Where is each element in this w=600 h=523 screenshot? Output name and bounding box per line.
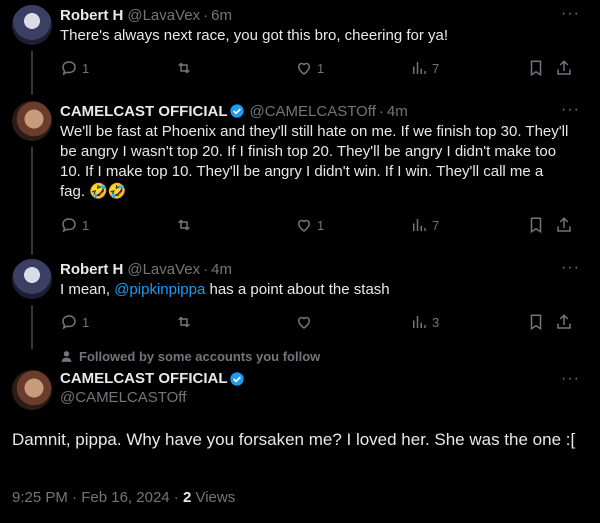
- tweet-text: I mean, @pipkinpippa has a point about t…: [60, 280, 570, 300]
- views-icon: [413, 62, 426, 74]
- avatar[interactable]: [12, 101, 52, 141]
- person-icon: [61, 351, 72, 362]
- separator-dot: ·: [203, 260, 209, 278]
- bookmark-button[interactable]: [527, 313, 545, 331]
- reply-icon: [62, 61, 76, 76]
- share-button[interactable]: [555, 216, 573, 234]
- heart-icon: [297, 219, 311, 232]
- separator-dot: ·: [378, 102, 384, 120]
- like-button[interactable]: 1: [295, 59, 324, 77]
- mention-link[interactable]: @pipkinpippa: [114, 281, 205, 298]
- author-name[interactable]: Robert H: [60, 261, 123, 278]
- like-count: 1: [317, 217, 325, 233]
- like-count: 1: [317, 60, 325, 76]
- author-handle[interactable]: @CAMELCASTOff: [249, 103, 375, 120]
- views-button[interactable]: 7: [410, 216, 439, 234]
- reply-count: 1: [82, 60, 90, 76]
- separator-dot: ·: [72, 489, 82, 506]
- tweet-text-part: I mean,: [60, 281, 115, 298]
- tweet-meta: 9:25 PM · Feb 16, 2024 · 2 Views: [12, 489, 235, 506]
- views-count: 7: [432, 60, 440, 76]
- like-button[interactable]: 1: [295, 216, 324, 234]
- bookmark-button[interactable]: [527, 216, 545, 234]
- author-name[interactable]: CAMELCAST OFFICIAL: [60, 370, 227, 387]
- reply-icon: [62, 315, 76, 330]
- bookmark-icon: [530, 217, 542, 234]
- author-handle[interactable]: @LavaVex: [127, 7, 200, 24]
- tweet-header: CAMELCAST OFFICIAL @CAMELCASTOff · 4m: [60, 101, 408, 121]
- share-icon: [557, 217, 571, 232]
- reply-icon: [62, 218, 76, 233]
- thread-line: [31, 147, 33, 255]
- social-context: Followed by some accounts you follow: [60, 349, 320, 364]
- share-icon: [557, 60, 571, 75]
- tweet-header: Robert H @LavaVex · 4m: [60, 259, 232, 279]
- verified-badge-icon: [230, 371, 245, 386]
- share-button[interactable]: [555, 59, 573, 77]
- more-options-icon[interactable]: ···: [561, 259, 580, 277]
- retweet-icon: [178, 62, 190, 74]
- retweet-icon: [178, 316, 190, 328]
- reply-button[interactable]: 1: [60, 59, 89, 77]
- more-options-icon[interactable]: ···: [561, 5, 580, 23]
- thread-line: [31, 305, 33, 349]
- tweet-time[interactable]: 6m: [211, 7, 232, 24]
- retweet-icon: [178, 219, 190, 231]
- tweet-text: We'll be fast at Phoenix and they'll sti…: [60, 123, 569, 200]
- separator-dot: ·: [203, 6, 209, 24]
- reply-button[interactable]: 1: [60, 313, 89, 331]
- author-handle[interactable]: @CAMELCASTOff: [60, 389, 245, 406]
- like-button[interactable]: [295, 313, 317, 331]
- tweet-text: There's always next race, you got this b…: [60, 27, 449, 44]
- tweet-header: Robert H @LavaVex · 6m: [60, 5, 232, 25]
- views-button[interactable]: 3: [410, 313, 439, 331]
- reply-count: 1: [82, 314, 90, 330]
- views-icon: [413, 316, 426, 328]
- separator-dot: ·: [173, 489, 183, 506]
- author-handle[interactable]: @LavaVex: [127, 261, 200, 278]
- reply-count: 1: [82, 217, 90, 233]
- avatar[interactable]: [12, 5, 52, 45]
- action-bar: 1 3: [60, 312, 580, 332]
- main-tweet-text: Damnit, pippa. Why have you forsaken me?…: [12, 430, 576, 449]
- more-options-icon[interactable]: ···: [561, 101, 580, 119]
- views-count: 3: [432, 314, 440, 330]
- share-icon: [557, 314, 571, 329]
- tweet-time[interactable]: 4m: [211, 261, 232, 278]
- bookmark-button[interactable]: [527, 59, 545, 77]
- tweet-time[interactable]: 9:25 PM: [12, 489, 68, 506]
- tweet-date[interactable]: Feb 16, 2024: [81, 489, 169, 506]
- bookmark-icon: [530, 60, 542, 77]
- thread-line: [31, 51, 33, 95]
- views-count: 2: [182, 489, 192, 506]
- author-name[interactable]: CAMELCAST OFFICIAL: [60, 103, 227, 120]
- heart-icon: [297, 62, 311, 75]
- more-options-icon[interactable]: ···: [561, 370, 580, 388]
- retweet-button[interactable]: [175, 59, 197, 77]
- retweet-button[interactable]: [175, 313, 197, 331]
- views-button[interactable]: 7: [410, 59, 439, 77]
- views-label: Views: [195, 489, 236, 506]
- author-name[interactable]: Robert H: [60, 7, 123, 24]
- action-bar: 1 1 7: [60, 58, 580, 78]
- main-tweet-header: CAMELCAST OFFICIAL @CAMELCASTOff: [60, 370, 245, 406]
- tweet-time[interactable]: 4m: [387, 103, 408, 120]
- verified-badge-icon: [230, 104, 245, 118]
- followed-note: Followed by some accounts you follow: [79, 349, 321, 364]
- share-button[interactable]: [555, 313, 573, 331]
- action-bar: 1 1 7: [60, 215, 580, 235]
- views-icon: [413, 219, 426, 231]
- views-count: 7: [432, 217, 440, 233]
- retweet-button[interactable]: [175, 216, 197, 234]
- avatar[interactable]: [12, 370, 52, 410]
- reply-button[interactable]: 1: [60, 216, 89, 234]
- avatar[interactable]: [12, 259, 52, 299]
- tweet-text-part: has a point about the stash: [205, 281, 390, 298]
- bookmark-icon: [530, 314, 542, 331]
- heart-icon: [297, 316, 311, 329]
